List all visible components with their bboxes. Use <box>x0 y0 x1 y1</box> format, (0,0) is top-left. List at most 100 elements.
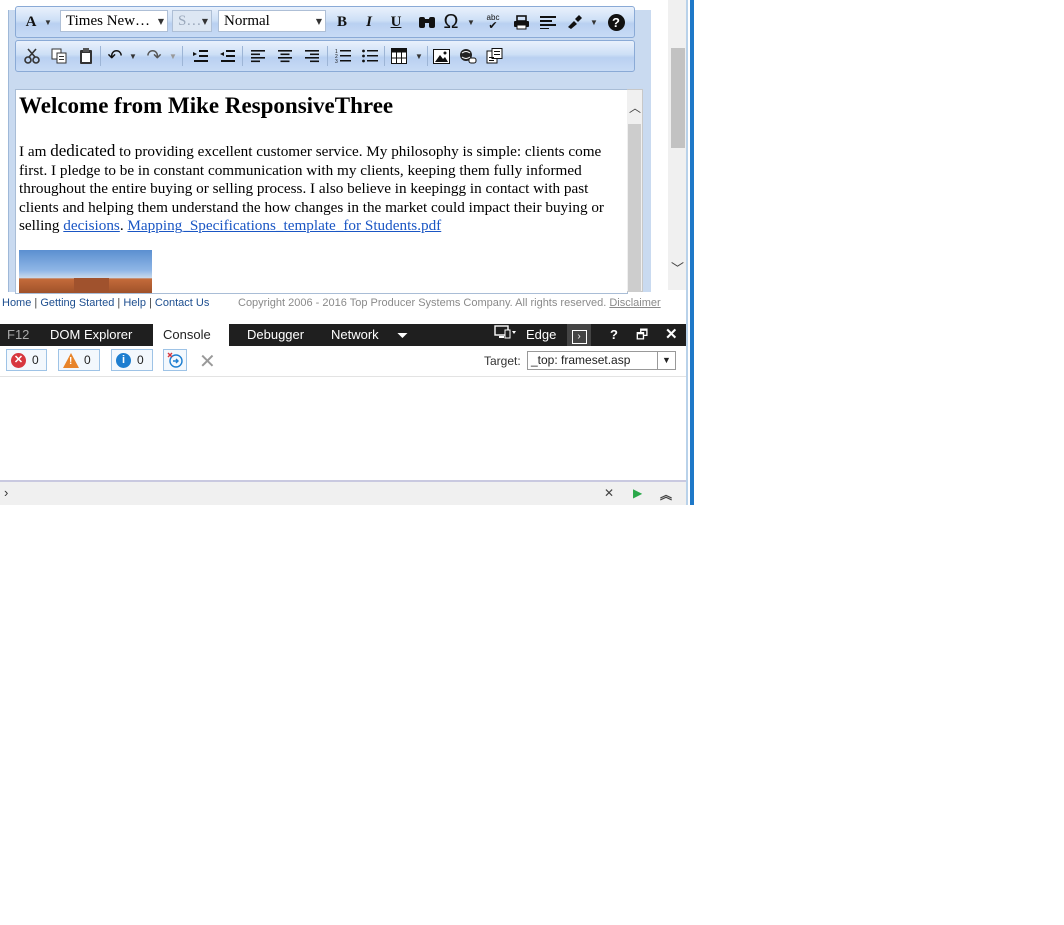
footer-link-help[interactable]: Help <box>123 297 146 309</box>
pdf-link[interactable]: Mapping_Specifications_template_for Stud… <box>127 217 441 234</box>
clear-on-navigate-icon <box>167 352 183 368</box>
clear-on-navigate-button[interactable] <box>163 349 187 371</box>
special-character-icon[interactable]: Ω <box>440 7 462 37</box>
tab-console[interactable]: Console <box>153 324 229 346</box>
undo-dropdown-icon[interactable]: ▼ <box>128 41 138 71</box>
screen: A ▼ Times New… ▼ S… ▼ Normal ▼ B I U Ω ▼… <box>0 0 694 505</box>
insert-document-icon[interactable] <box>484 41 506 71</box>
font-name-value: Times New… <box>66 13 151 29</box>
special-character-dropdown-icon[interactable]: ▼ <box>466 7 476 37</box>
undo-icon[interactable]: ↶ <box>104 41 126 71</box>
table-icon[interactable] <box>388 41 410 71</box>
disclaimer-link[interactable]: Disclaimer <box>609 297 660 309</box>
messages-filter-button[interactable]: i 0 <box>111 349 153 371</box>
footer-links: Home | Getting Started | Help | Contact … <box>2 297 209 309</box>
bullet-list-icon[interactable] <box>359 41 381 71</box>
emulation-icon[interactable] <box>494 324 516 346</box>
font-color-dropdown-icon[interactable]: ▼ <box>43 7 53 37</box>
emulation-mode-label[interactable]: Edge <box>526 324 556 346</box>
chevron-down-icon: ▼ <box>157 17 164 26</box>
insert-link-icon[interactable] <box>457 41 479 71</box>
target-value: _top: frameset.asp <box>531 353 631 367</box>
help-icon[interactable]: ? <box>605 7 627 37</box>
numbered-list-icon[interactable]: 123 <box>332 41 354 71</box>
cut-icon[interactable] <box>21 41 43 71</box>
target-select[interactable]: _top: frameset.asp ▼ <box>527 351 676 370</box>
clear-input-icon[interactable]: ✕ <box>604 486 614 500</box>
paragraph-start: I am <box>19 143 51 160</box>
footer-link-getting-started[interactable]: Getting Started <box>40 297 114 309</box>
paste-icon[interactable] <box>75 41 97 71</box>
indent-icon[interactable] <box>189 41 211 71</box>
redo-icon[interactable]: ↷ <box>143 41 165 71</box>
window-border-accent <box>690 0 694 505</box>
toolbar-separator <box>384 46 385 66</box>
bold-button[interactable]: B <box>331 7 353 37</box>
find-replace-icon[interactable] <box>416 7 438 37</box>
footer-separator: | <box>34 297 38 309</box>
paragraph-format-value: Normal <box>224 13 270 29</box>
editor-scrollbar[interactable]: ︿ <box>627 89 643 292</box>
errors-filter-button[interactable]: ✕ 0 <box>6 349 47 371</box>
console-toggle-icon[interactable]: › <box>567 324 591 346</box>
footer-link-home[interactable]: Home <box>2 297 31 309</box>
svg-text:3: 3 <box>335 59 338 64</box>
redo-dropdown-icon[interactable]: ▼ <box>168 41 178 71</box>
mesa-shape <box>74 278 109 293</box>
toolbar-separator <box>427 46 428 66</box>
toolbar-separator <box>182 46 183 66</box>
editor-content-area[interactable]: Welcome from Mike ResponsiveThree I am d… <box>15 89 628 294</box>
chevron-down-icon: ▼ <box>315 17 322 26</box>
spellcheck-icon[interactable]: abc ✔ <box>482 7 504 37</box>
clear-console-icon[interactable]: ✕ <box>199 349 216 374</box>
font-color-button[interactable]: A <box>20 7 42 37</box>
page-scrollbar[interactable]: ﹀ <box>668 0 687 290</box>
console-input[interactable]: › ✕ ▶ ︽ <box>0 480 686 505</box>
warning-icon: ! <box>63 352 79 368</box>
editor-scroll-thumb[interactable] <box>628 124 641 292</box>
footer-copyright: Copyright 2006 - 2016 Top Producer Syste… <box>238 297 661 309</box>
font-size-select[interactable]: S… ▼ <box>172 10 212 32</box>
paragraph-emphasis: dedicated <box>50 141 116 160</box>
footer-separator: | <box>117 297 121 309</box>
outdent-icon[interactable] <box>216 41 238 71</box>
close-icon[interactable]: ✕ <box>665 324 678 346</box>
more-tabs-icon[interactable]: ⏷ <box>397 324 408 346</box>
footer-link-contact-us[interactable]: Contact Us <box>155 297 209 309</box>
chevron-down-icon[interactable]: ﹀ <box>668 258 687 278</box>
paragraph-align-icon[interactable] <box>537 7 559 37</box>
warnings-filter-button[interactable]: ! 0 <box>58 349 100 371</box>
help-icon[interactable]: ? <box>610 324 618 346</box>
editor-toolbar-row-1: A ▼ Times New… ▼ S… ▼ Normal ▼ B I U Ω ▼… <box>15 6 635 38</box>
tab-dom-explorer[interactable]: DOM Explorer <box>40 324 142 346</box>
copy-icon[interactable] <box>48 41 70 71</box>
devtools-tab-bar: F12 DOM Explorer Console Debugger Networ… <box>0 324 686 346</box>
target-label: Target: <box>484 354 521 368</box>
table-dropdown-icon[interactable]: ▼ <box>414 41 424 71</box>
align-center-icon[interactable] <box>274 41 296 71</box>
format-painter-icon[interactable] <box>563 7 585 37</box>
chevron-up-icon[interactable]: ︿ <box>627 90 643 120</box>
underline-button[interactable]: U <box>385 7 407 37</box>
errors-count: 0 <box>32 353 39 367</box>
italic-button[interactable]: I <box>358 7 380 37</box>
copyright-text: Copyright 2006 - 2016 Top Producer Syste… <box>238 297 607 309</box>
tab-network[interactable]: Network <box>321 324 389 346</box>
run-script-icon[interactable]: ▶ <box>633 486 642 500</box>
page-scroll-thumb[interactable] <box>671 48 685 148</box>
console-toolbar: ✕ 0 ! 0 i 0 ✕ Target: _top: frameset.asp… <box>0 346 686 377</box>
prompt-chevron-icon: › <box>4 485 9 500</box>
format-painter-dropdown-icon[interactable]: ▼ <box>589 7 599 37</box>
undock-icon[interactable]: 🗗 <box>636 324 648 346</box>
insert-image-icon[interactable] <box>430 41 452 71</box>
paragraph-format-select[interactable]: Normal ▼ <box>218 10 326 32</box>
align-right-icon[interactable] <box>301 41 323 71</box>
terminal-icon: › <box>571 330 587 344</box>
print-icon[interactable] <box>510 7 532 37</box>
editor-toolbar-row-2: ↶ ▼ ↷ ▼ 123 ▼ <box>15 40 635 72</box>
align-left-icon[interactable] <box>247 41 269 71</box>
expand-input-icon[interactable]: ︽ <box>660 486 672 503</box>
decisions-link[interactable]: decisions <box>63 217 120 234</box>
font-name-select[interactable]: Times New… ▼ <box>60 10 168 32</box>
tab-debugger[interactable]: Debugger <box>237 324 314 346</box>
